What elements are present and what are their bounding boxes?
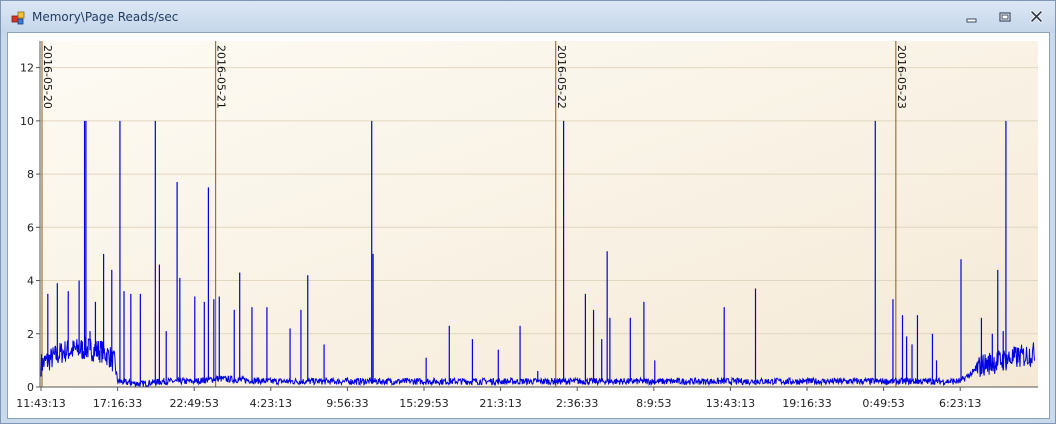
chart-area: 2016-05-20 2016-05-21 2016-05-22 2016-05-23… [7, 32, 1050, 419]
page-reads-chart: 2016-05-20 2016-05-21 2016-05-22 2016-05-23… [16, 41, 1038, 410]
x-tick-label: 6:23:13 [939, 397, 981, 410]
plot-background [40, 41, 1038, 387]
date-marker-label: 2016-05-23 [895, 45, 908, 109]
date-marker-label: 2016-05-22 [555, 45, 568, 109]
y-tick-label: 12 [20, 62, 34, 75]
minimize-button[interactable] [958, 7, 984, 27]
x-tick-label: 22:49:53 [169, 397, 218, 410]
maximize-button[interactable] [992, 7, 1018, 27]
close-button[interactable] [1024, 7, 1050, 27]
x-tick-label: 2:36:33 [556, 397, 598, 410]
x-tick-label: 19:16:33 [782, 397, 831, 410]
x-tick-label: 9:56:33 [326, 397, 368, 410]
date-marker-label: 2016-05-21 [215, 45, 228, 109]
y-tick-label: 8 [27, 168, 34, 181]
x-tick-label: 13:43:13 [706, 397, 755, 410]
app-window: Memory\Page Reads/sec 2016-05-20 2016-05… [0, 0, 1056, 424]
title-bar[interactable]: Memory\Page Reads/sec [1, 1, 1055, 33]
y-tick-label: 10 [20, 115, 34, 128]
y-tick-label: 0 [27, 381, 34, 394]
x-tick-label: 4:23:13 [250, 397, 292, 410]
x-tick-label: 15:29:53 [399, 397, 448, 410]
minimize-icon [966, 18, 977, 23]
date-marker-label: 2016-05-20 [41, 45, 54, 109]
x-tick-label: 0:49:53 [862, 397, 904, 410]
y-tick-label: 6 [27, 221, 34, 234]
x-tick-label: 11:43:13 [16, 397, 65, 410]
close-icon [1030, 10, 1043, 23]
y-tick-label: 2 [27, 328, 34, 341]
window-title: Memory\Page Reads/sec [32, 10, 179, 24]
x-tick-label: 8:9:53 [636, 397, 671, 410]
x-tick-label: 21:3:13 [479, 397, 521, 410]
y-tick-label: 4 [27, 275, 34, 288]
maximize-icon [999, 12, 1011, 22]
chart-app-icon [11, 11, 25, 25]
x-tick-label: 17:16:33 [93, 397, 142, 410]
